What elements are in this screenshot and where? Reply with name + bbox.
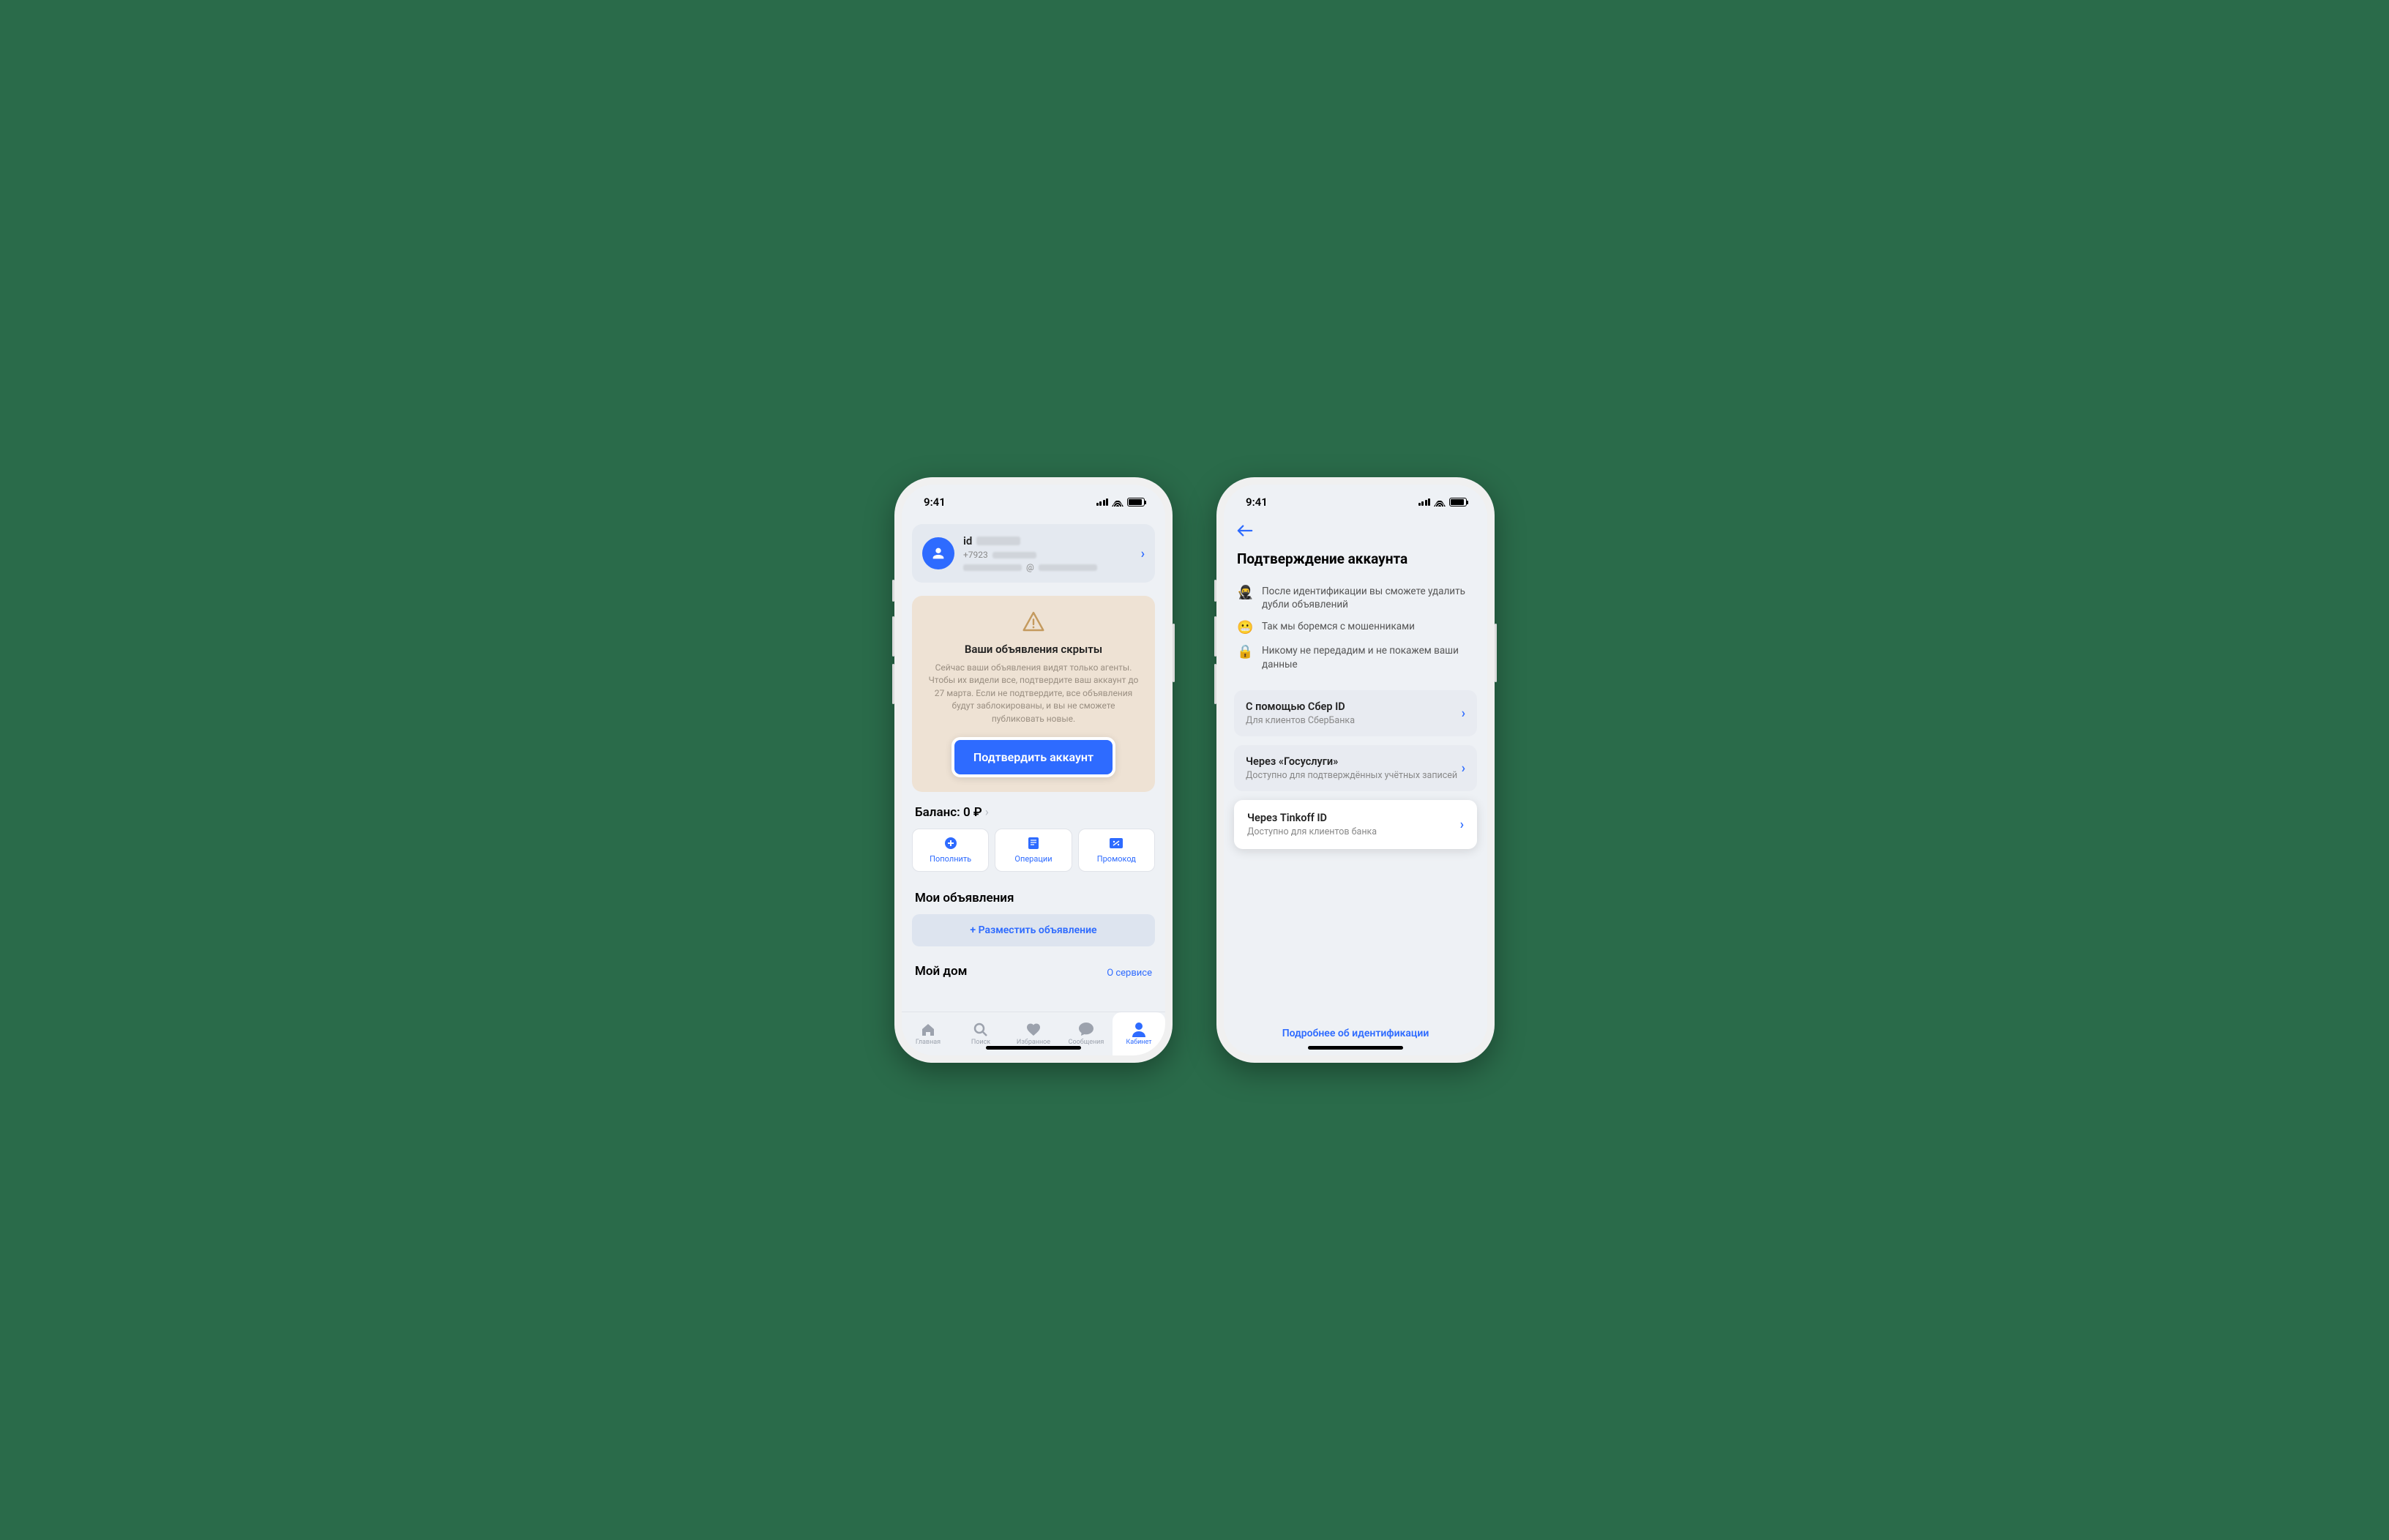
warning-title: Ваши объявления скрыты	[925, 643, 1142, 656]
option-title: С помощью Сбер ID	[1246, 700, 1462, 713]
add-listing-button[interactable]: + Разместить объявление	[912, 914, 1155, 946]
tab-label: Избранное	[1017, 1039, 1050, 1046]
listings-title: Мои объявления	[912, 891, 1155, 905]
chevron-right-icon: ›	[1141, 546, 1145, 561]
chevron-right-icon: ›	[1460, 817, 1464, 832]
about-service-link[interactable]: О сервисе	[1107, 968, 1152, 979]
verify-option-tinkoff[interactable]: Через Tinkoff ID Доступно для клиентов б…	[1234, 800, 1477, 849]
tab-label: Главная	[916, 1039, 941, 1046]
home-indicator	[986, 1046, 1081, 1050]
email-at: @	[1026, 562, 1034, 572]
feature-item: 🥷 После идентификации вы сможете удалить…	[1234, 580, 1477, 616]
verify-option-gosuslugi[interactable]: Через «Госуслуги» Доступно для подтвержд…	[1234, 745, 1477, 791]
balance-row[interactable]: Баланс: 0 ₽›	[912, 805, 1155, 820]
status-time: 9:41	[1246, 496, 1268, 509]
battery-icon	[1449, 498, 1467, 507]
chevron-right-icon: ›	[1462, 706, 1465, 721]
redacted-id	[976, 537, 1020, 545]
profile-id: id	[963, 534, 972, 547]
home-icon	[921, 1023, 935, 1037]
signal-icon	[1096, 498, 1109, 506]
option-title: Через «Госуслуги»	[1246, 755, 1462, 768]
grimace-icon: 😬	[1237, 620, 1253, 635]
action-label: Пополнить	[916, 854, 985, 864]
home-indicator	[1308, 1046, 1403, 1050]
option-sub: Доступно для подтверждённых учётных запи…	[1246, 770, 1462, 781]
wifi-icon	[1434, 498, 1446, 507]
signal-icon	[1418, 498, 1431, 506]
redacted-email-user	[963, 564, 1022, 571]
redacted-email-domain	[1039, 564, 1097, 571]
operations-button[interactable]: Операции	[995, 829, 1072, 872]
receipt-icon	[998, 837, 1068, 850]
option-sub: Доступно для клиентов банка	[1247, 826, 1460, 837]
wifi-icon	[1112, 498, 1124, 507]
ninja-icon: 🥷	[1237, 585, 1253, 600]
person-icon	[1132, 1023, 1145, 1037]
tab-cabinet[interactable]: Кабинет	[1113, 1012, 1165, 1055]
feature-item: 🔒 Никому не передадим и не покажем ваши …	[1234, 640, 1477, 675]
battery-icon	[1127, 498, 1145, 507]
phone-verify: 9:41 Подтверждение аккаунта 🥷 После иден…	[1216, 477, 1495, 1063]
profile-phone-prefix: +7923	[963, 550, 988, 560]
status-time: 9:41	[924, 496, 946, 509]
search-icon	[973, 1023, 988, 1037]
promo-button[interactable]: Промокод	[1078, 829, 1155, 872]
balance-label: Баланс: 0 ₽	[915, 805, 982, 820]
phone-profile: 9:41 id +7923	[894, 477, 1173, 1063]
status-bar: 9:41	[1224, 485, 1487, 520]
chat-icon	[1079, 1023, 1093, 1037]
action-label: Операции	[998, 854, 1068, 864]
action-label: Промокод	[1082, 854, 1151, 864]
tab-label: Поиск	[971, 1039, 990, 1046]
feature-text: Никому не передадим и не покажем ваши да…	[1262, 644, 1474, 670]
heart-icon	[1026, 1023, 1041, 1037]
confirm-account-button[interactable]: Подтвердить аккаунт	[952, 737, 1115, 777]
page-title: Подтверждение аккаунта	[1234, 547, 1477, 580]
option-title: Через Tinkoff ID	[1247, 812, 1460, 824]
avatar-icon	[922, 537, 954, 569]
feature-text: Так мы боремся с мошенниками	[1262, 620, 1474, 633]
status-bar: 9:41	[902, 485, 1165, 520]
warning-card: Ваши объявления скрыты Сейчас ваши объяв…	[912, 596, 1155, 792]
tab-label: Кабинет	[1126, 1039, 1151, 1046]
feature-text: После идентификации вы сможете удалить д…	[1262, 585, 1474, 611]
feature-item: 😬 Так мы боремся с мошенниками	[1234, 616, 1477, 640]
profile-card[interactable]: id +7923 @ ›	[912, 524, 1155, 583]
warning-body: Сейчас ваши объявления видят только аген…	[925, 662, 1142, 725]
plus-circle-icon	[916, 837, 985, 850]
warning-icon	[1022, 610, 1045, 632]
option-sub: Для клиентов СберБанка	[1246, 715, 1462, 726]
back-button[interactable]	[1234, 520, 1477, 547]
my-home-title: Мой дом	[915, 964, 967, 979]
promo-icon	[1082, 837, 1151, 850]
verify-option-sber[interactable]: С помощью Сбер ID Для клиентов СберБанка…	[1234, 690, 1477, 736]
more-about-link[interactable]: Подробнее об идентификации	[1234, 1028, 1477, 1055]
tab-home[interactable]: Главная	[902, 1012, 954, 1055]
lock-icon: 🔒	[1237, 644, 1253, 659]
redacted-phone	[992, 552, 1036, 558]
chevron-right-icon: ›	[1462, 760, 1465, 776]
topup-button[interactable]: Пополнить	[912, 829, 989, 872]
tab-label: Сообщения	[1069, 1039, 1104, 1046]
